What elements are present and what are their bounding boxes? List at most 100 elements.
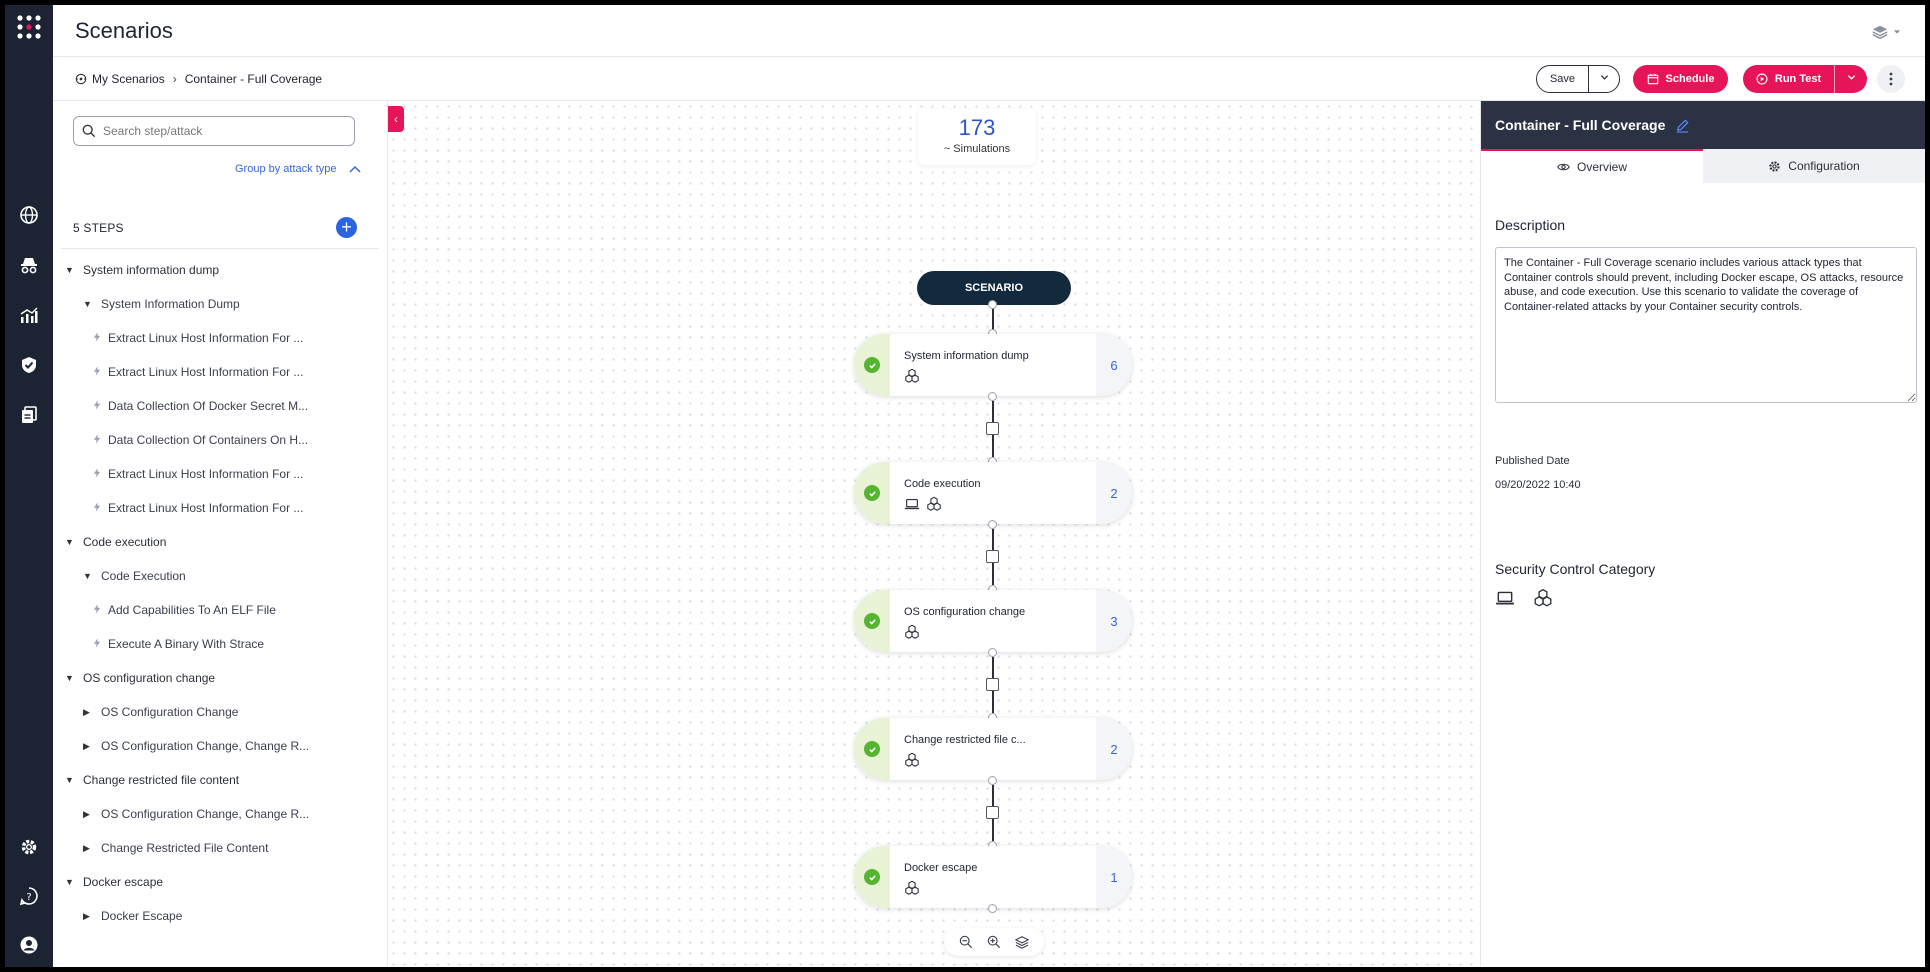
caret-down-icon[interactable]: ▼ (65, 775, 79, 785)
schedule-button[interactable]: Schedule (1633, 65, 1728, 93)
calendar-icon (1647, 73, 1658, 85)
tab-configuration[interactable]: Configuration (1703, 149, 1925, 183)
step-node[interactable]: Change restricted file c... 2 (854, 718, 1132, 780)
tree-step-row[interactable]: ▼ Change restricted file content (53, 763, 373, 797)
security-control-category-heading: Security Control Category (1495, 561, 1656, 577)
run-test-button[interactable]: Run Test (1743, 65, 1835, 93)
breadcrumb-my-scenarios[interactable]: My Scenarios (75, 72, 165, 86)
caret-right-icon[interactable]: ▶ (83, 843, 97, 854)
plus-icon: + (341, 217, 352, 237)
collapse-panel-button[interactable]: ‹ (388, 106, 404, 132)
caret-down-icon[interactable]: ▼ (65, 673, 79, 683)
step-node[interactable]: System information dump 6 (854, 334, 1132, 396)
help-icon[interactable]: ? (17, 884, 41, 908)
tree-step-row[interactable]: ▼ OS configuration change (53, 661, 373, 695)
tree-attack-row[interactable]: Extract Linux Host Information For ... (53, 321, 373, 355)
zoom-in-button[interactable] (987, 935, 1001, 949)
chevron-down-icon (1600, 75, 1608, 80)
caret-down-icon[interactable]: ▼ (65, 877, 79, 887)
top-bar: Scenarios (53, 5, 1925, 57)
step-node[interactable]: Docker escape 1 (854, 846, 1132, 908)
step-node[interactable]: Code execution 2 (854, 462, 1132, 524)
tree-attack-type-row[interactable]: ▶ Change Restricted File Content (53, 831, 373, 865)
connector-port[interactable] (988, 392, 997, 401)
tree-attack-type-row[interactable]: ▼ Code Execution (53, 559, 373, 593)
tree-attack-type-row[interactable]: ▶ OS Configuration Change (53, 695, 373, 729)
more-options-button[interactable] (1877, 65, 1905, 93)
tree-row-label: Data Collection Of Containers On H... (108, 433, 309, 447)
lightning-icon (93, 331, 105, 345)
tree-attack-row[interactable]: Data Collection Of Docker Secret M... (53, 389, 373, 423)
scenario-canvas[interactable]: ‹ 173 ~ Simulations SCENARIO System info… (388, 101, 1480, 967)
tree-row-label: Code execution (83, 535, 167, 549)
group-by-attack-type-toggle[interactable]: Group by attack type (235, 163, 361, 175)
save-button[interactable]: Save (1537, 66, 1589, 92)
caret-right-icon[interactable]: ▶ (83, 911, 97, 922)
add-step-between-button[interactable] (986, 550, 999, 563)
layers-menu-button[interactable] (1871, 22, 1907, 42)
connector-port[interactable] (988, 904, 997, 913)
tree-attack-row[interactable]: Extract Linux Host Information For ... (53, 491, 373, 525)
shield-check-icon[interactable] (17, 353, 41, 377)
add-step-between-button[interactable] (986, 806, 999, 819)
tree-step-row[interactable]: ▼ Docker escape (53, 865, 373, 899)
add-step-button[interactable]: + (336, 217, 357, 238)
simulations-label: ~ Simulations (943, 143, 1011, 155)
zoom-out-button[interactable] (959, 935, 973, 949)
connector-port[interactable] (988, 300, 997, 309)
kebab-icon (1889, 72, 1893, 86)
tree-row-label: System information dump (83, 263, 220, 277)
add-step-between-button[interactable] (986, 678, 999, 691)
step-node[interactable]: OS configuration change 3 (854, 590, 1132, 652)
caret-down-icon[interactable]: ▼ (65, 265, 79, 275)
documents-icon[interactable] (17, 403, 41, 427)
tree-attack-row[interactable]: Extract Linux Host Information For ... (53, 355, 373, 389)
lightning-icon (93, 399, 105, 413)
caret-down-icon[interactable]: ▼ (83, 571, 97, 581)
tree-attack-type-row[interactable]: ▶ Docker Escape (53, 899, 373, 933)
settings-icon[interactable] (17, 835, 41, 859)
tree-row-label: System Information Dump (101, 297, 240, 311)
tree-attack-type-row[interactable]: ▶ OS Configuration Change, Change R... (53, 729, 373, 763)
apps-grid-icon[interactable] (15, 13, 43, 41)
tree-step-row[interactable]: ▼ System information dump (53, 253, 373, 287)
check-circle-icon (864, 869, 880, 885)
chevron-up-icon (348, 165, 361, 173)
tree-attack-type-row[interactable]: ▶ OS Configuration Change, Change R... (53, 797, 373, 831)
tree-row-label: Code Execution (101, 569, 186, 583)
tab-overview[interactable]: Overview (1481, 149, 1703, 183)
edit-pencil-icon[interactable] (1675, 118, 1690, 133)
tree-attack-row[interactable]: Execute A Binary With Strace (53, 627, 373, 661)
description-textarea[interactable]: The Container - Full Coverage scenario i… (1495, 247, 1917, 403)
add-step-between-button[interactable] (986, 422, 999, 435)
user-icon[interactable] (17, 933, 41, 957)
zoom-in-icon (987, 935, 1001, 949)
caret-down-icon[interactable]: ▼ (83, 299, 97, 309)
connector-port[interactable] (988, 520, 997, 529)
zoom-out-icon (959, 935, 973, 949)
page-title: Scenarios (75, 18, 173, 43)
save-options-button[interactable] (1589, 66, 1619, 92)
run-options-button[interactable] (1835, 73, 1867, 85)
search-input[interactable] (103, 124, 343, 138)
incognito-icon[interactable] (17, 253, 41, 277)
globe-icon[interactable] (17, 203, 41, 227)
step-simulation-count: 1 (1096, 846, 1132, 908)
connector-port[interactable] (988, 776, 997, 785)
laptop-icon (904, 496, 920, 517)
tree-attack-row[interactable]: Add Capabilities To An ELF File (53, 593, 373, 627)
caret-right-icon[interactable]: ▶ (83, 707, 97, 718)
tree-attack-type-row[interactable]: ▼ System Information Dump (53, 287, 373, 321)
connector-port[interactable] (988, 648, 997, 657)
fit-view-button[interactable] (1015, 935, 1029, 949)
analytics-icon[interactable] (17, 303, 41, 327)
caret-right-icon[interactable]: ▶ (83, 809, 97, 820)
caret-right-icon[interactable]: ▶ (83, 741, 97, 752)
caret-down-icon[interactable]: ▼ (65, 537, 79, 547)
tree-attack-row[interactable]: Extract Linux Host Information For ... (53, 457, 373, 491)
step-name: Docker escape (904, 862, 978, 874)
lightning-icon (93, 603, 105, 617)
tree-attack-row[interactable]: Data Collection Of Containers On H... (53, 423, 373, 457)
tree-step-row[interactable]: ▼ Code execution (53, 525, 373, 559)
chevron-down-icon (1847, 75, 1855, 80)
